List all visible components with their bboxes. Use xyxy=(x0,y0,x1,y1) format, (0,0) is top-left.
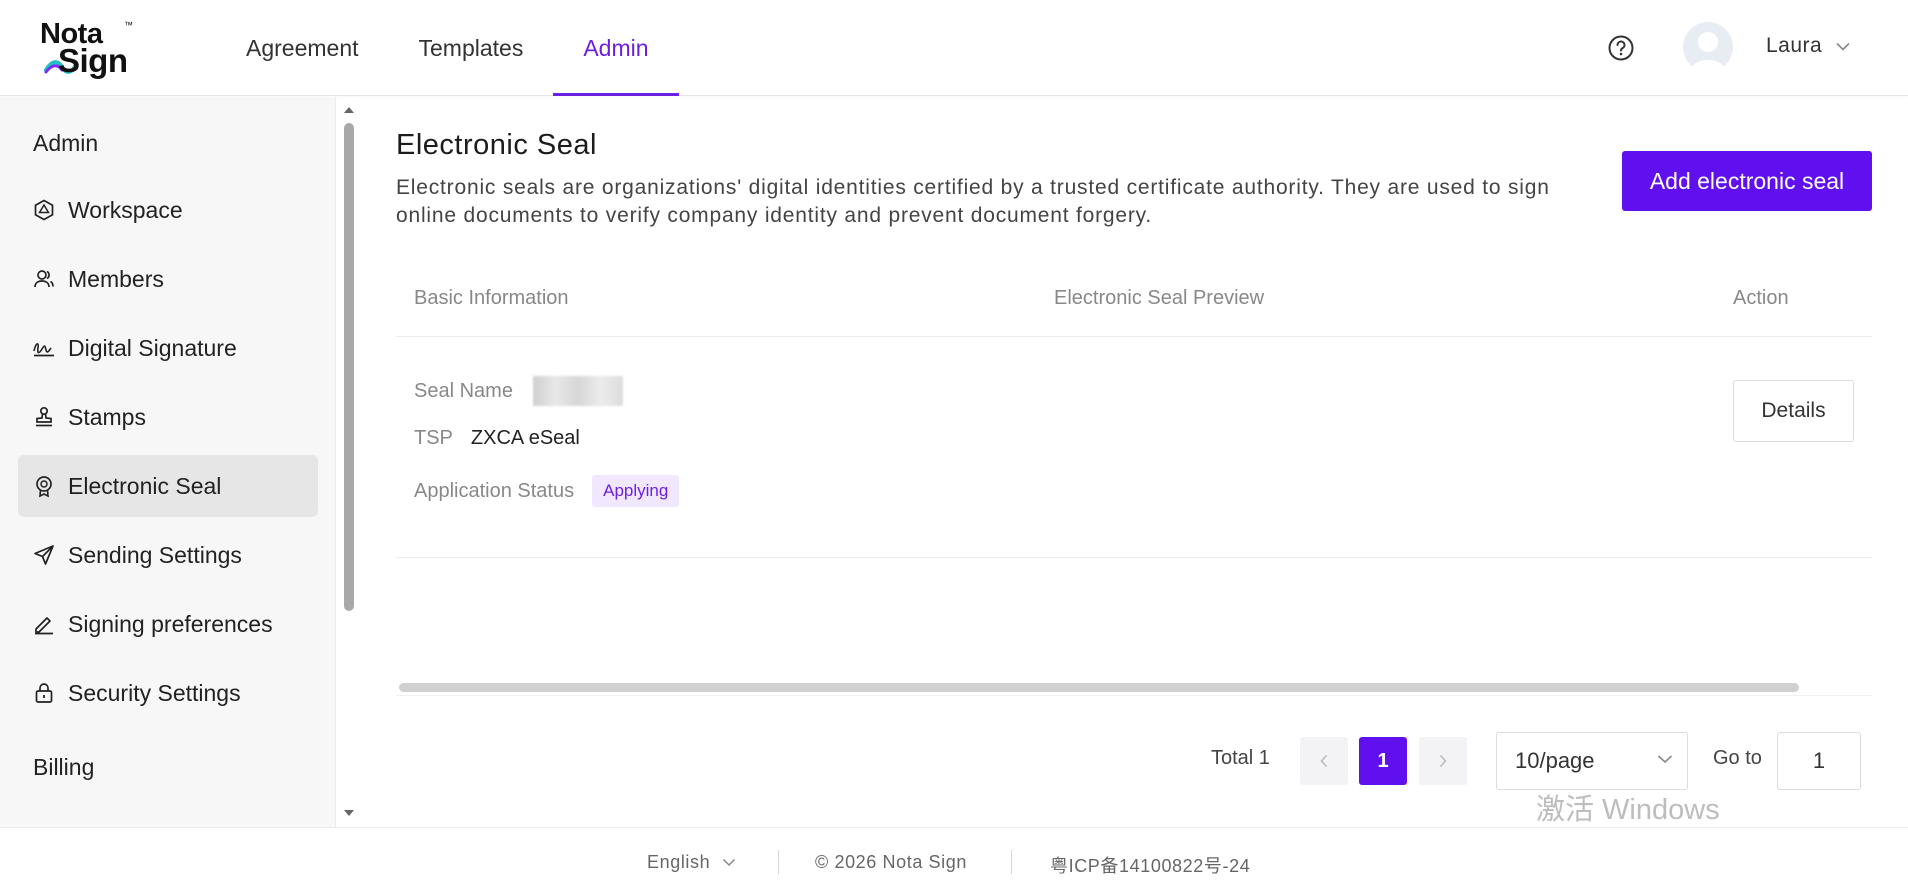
page-title: Electronic Seal xyxy=(396,129,597,161)
sidebar-item-digital-signature[interactable]: Digital Signature xyxy=(18,317,318,379)
scroll-up-arrow-icon[interactable] xyxy=(343,105,355,115)
lock-icon xyxy=(35,683,53,703)
sidebar-item-signing-preferences[interactable]: Signing preferences xyxy=(18,593,318,655)
prev-page-button[interactable] xyxy=(1300,737,1348,785)
nav-agreement[interactable]: Agreement xyxy=(216,0,389,96)
icp-link[interactable]: 粤ICP备14100822号-24 xyxy=(1050,852,1250,878)
logo-trademark: ™ xyxy=(124,20,133,30)
page-size-select[interactable]: 10/page xyxy=(1496,732,1688,790)
footer: English © 2026 Nota Sign 粤ICP备14100822号-… xyxy=(0,827,1908,894)
status-badge: Applying xyxy=(592,475,680,507)
add-electronic-seal-button[interactable]: Add electronic seal xyxy=(1622,151,1872,211)
sidebar-item-label: Security Settings xyxy=(68,679,241,706)
goto-label: Go to xyxy=(1713,747,1762,769)
table-horizontal-scrollbar[interactable] xyxy=(399,683,1799,692)
tsp-value: ZXCA eSeal xyxy=(470,427,580,449)
pen-icon xyxy=(35,617,53,635)
column-header-action: Action xyxy=(1733,287,1789,309)
details-button[interactable]: Details xyxy=(1733,380,1854,442)
main-nav: Agreement Templates Admin xyxy=(216,0,679,96)
column-header-seal-preview: Electronic Seal Preview xyxy=(1054,287,1265,309)
sidebar: Admin Workspace Members Digital Signatur… xyxy=(0,97,336,827)
tsp-label: TSP xyxy=(414,427,453,449)
sidebar-item-label: Sending Settings xyxy=(68,541,242,568)
page-size-value: 10/page xyxy=(1515,748,1595,773)
pagination-total: Total 1 xyxy=(1211,747,1270,769)
next-page-button[interactable] xyxy=(1419,737,1467,785)
seal-name-field: Seal Name xyxy=(414,376,623,406)
send-icon xyxy=(34,545,54,565)
stamp-icon xyxy=(36,406,52,427)
tsp-field: TSP ZXCA eSeal xyxy=(414,427,580,450)
sidebar-item-electronic-seal[interactable]: Electronic Seal xyxy=(18,455,318,517)
nav-templates[interactable]: Templates xyxy=(389,0,554,96)
goto-page-input[interactable] xyxy=(1777,732,1861,790)
sidebar-item-sending-settings[interactable]: Sending Settings xyxy=(18,524,318,586)
sidebar-item-stamps[interactable]: Stamps xyxy=(18,386,318,448)
copyright: © 2026 Nota Sign xyxy=(815,852,967,873)
sidebar-item-label: Signing preferences xyxy=(68,610,273,637)
top-header: Nota ™ Sign Agreement Templates Admin La… xyxy=(0,0,1908,96)
sidebar-section-billing: Billing xyxy=(33,754,95,780)
chevron-down-icon xyxy=(1657,755,1673,764)
sidebar-scroll-thumb[interactable] xyxy=(344,123,354,611)
footer-divider xyxy=(1011,850,1012,874)
question-circle-icon[interactable] xyxy=(1607,34,1635,62)
seal-name-redacted xyxy=(532,376,623,406)
table-header: Basic Information Electronic Seal Previe… xyxy=(396,277,1872,337)
chevron-left-icon xyxy=(1320,754,1328,768)
sidebar-item-label: Stamps xyxy=(68,403,146,430)
seal-icon xyxy=(36,476,52,498)
sidebar-item-label: Workspace xyxy=(68,196,183,223)
application-status-label: Application Status xyxy=(414,479,575,502)
table-row: Seal Name TSP ZXCA eSeal Application Sta… xyxy=(396,338,1872,558)
sidebar-item-security-settings[interactable]: Security Settings xyxy=(18,662,318,724)
chevron-right-icon xyxy=(1439,754,1447,768)
icp-text: 粤ICP备14100822号-24 xyxy=(1050,856,1251,876)
members-icon xyxy=(34,270,54,288)
main-content: Electronic Seal Electronic seals are org… xyxy=(358,97,1908,827)
sidebar-item-label: Electronic Seal xyxy=(68,472,222,499)
footer-divider xyxy=(778,850,779,874)
sidebar-section-admin: Admin xyxy=(33,130,99,156)
avatar[interactable] xyxy=(1683,22,1733,72)
workspace-icon xyxy=(34,199,54,221)
page-description: Electronic seals are organizations' digi… xyxy=(396,176,1550,227)
scroll-down-arrow-icon[interactable] xyxy=(343,808,355,818)
chevron-down-icon xyxy=(1836,42,1850,51)
sidebar-item-label: Members xyxy=(68,265,164,292)
logo-text-line2: Sign xyxy=(58,42,128,79)
user-name: Laura xyxy=(1766,34,1823,57)
language-label: English xyxy=(647,852,711,872)
user-menu[interactable]: Laura xyxy=(1766,34,1850,58)
page-number-current[interactable]: 1 xyxy=(1359,737,1407,785)
column-header-basic-info: Basic Information xyxy=(414,287,569,309)
language-selector[interactable]: English xyxy=(647,852,736,873)
copyright-text: © 2026 Nota Sign xyxy=(815,852,967,872)
nav-admin[interactable]: Admin xyxy=(553,0,679,96)
divider xyxy=(396,695,1872,696)
signature-icon xyxy=(33,343,54,357)
sidebar-item-members[interactable]: Members xyxy=(18,248,318,310)
user-avatar-icon xyxy=(1690,32,1726,72)
sidebar-item-workspace[interactable]: Workspace xyxy=(18,179,318,241)
application-status-field: Application Status Applying xyxy=(414,475,680,507)
sidebar-item-label: Digital Signature xyxy=(68,334,237,361)
nota-sign-logo[interactable]: Nota ™ Sign xyxy=(38,18,138,79)
chevron-down-icon xyxy=(723,858,736,867)
seal-name-label: Seal Name xyxy=(414,379,513,402)
